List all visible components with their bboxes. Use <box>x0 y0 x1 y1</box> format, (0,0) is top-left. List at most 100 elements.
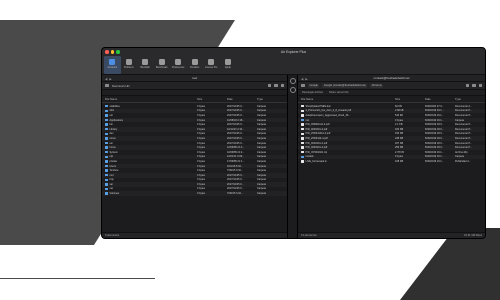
cell-kind: Carpeta <box>257 127 266 131</box>
cell-name: opt <box>102 155 197 158</box>
cell-date: 6/06/2019 16:1... <box>425 159 444 163</box>
left-location-label[interactable]: Macintosh HD <box>112 84 130 88</box>
file-name: PID_090901111-4.pdf <box>305 123 330 127</box>
file-icon <box>301 146 304 149</box>
decorative-line <box>0 278 155 279</box>
cell-name: Applications <box>102 119 197 122</box>
toolbar-button-benchmark[interactable]: Benchmark <box>154 56 171 74</box>
refresh-icon[interactable] <box>472 84 476 87</box>
cell-size: 0 bytes <box>197 150 206 154</box>
cell-name: PID_0040201-4.pdf <box>298 146 395 149</box>
cell-size: 0 bytes <box>197 132 206 136</box>
cell-name: usr <box>102 114 197 117</box>
cell-kind: Carpeta <box>257 192 266 196</box>
refresh-icon[interactable] <box>274 84 278 87</box>
cell-name: mnt <box>102 174 197 177</box>
file-name: PID_25/0911011-4.pdf <box>305 132 331 136</box>
cell-size: 2.68 kB <box>395 109 404 113</box>
toolbar-button-problems[interactable]: Problems <box>121 56 138 74</box>
file-name: private <box>109 159 118 163</box>
folder-icon <box>105 123 108 126</box>
cell-size: 0 bytes <box>197 159 206 163</box>
app-window: Air Explorer Plus Accounts Problems Bandwi… <box>101 47 486 239</box>
column-header-size[interactable]: Size <box>395 98 425 101</box>
cell-size: 0 bytes <box>197 155 206 159</box>
cell-date: 6/06/2019 16:1... <box>425 118 444 122</box>
file-name: staticfiles <box>109 104 120 108</box>
toolbar-button-label: Ajuda <box>224 66 231 69</box>
back-arrow-icon[interactable]: ◀ <box>301 77 303 81</box>
file-name: System <box>109 150 118 154</box>
table-row[interactable]: LIVE_format.apk.tx 108 KB 6/06/2019 16:1..… <box>298 159 485 164</box>
cell-size: 150 KB <box>395 132 404 136</box>
column-header-name[interactable]: File Name <box>298 98 395 101</box>
breadcrumb-item[interactable]: Google <box>308 83 320 88</box>
cell-name: xxx <box>298 119 395 122</box>
cell-kind: Documento P... <box>455 132 472 136</box>
breadcrumb-item[interactable]: All Items <box>370 83 384 88</box>
cell-size: 0 bytes <box>197 113 206 117</box>
cell-date: 2017/10/25 0... <box>227 136 244 140</box>
file-name: home <box>109 146 116 150</box>
toolbar-button-donation[interactable]: Donation <box>187 56 204 74</box>
forward-arrow-icon[interactable]: ▶ <box>305 77 307 81</box>
folder-icon <box>105 192 108 195</box>
column-header-type[interactable]: Type <box>455 98 485 101</box>
options-icon[interactable] <box>478 84 482 87</box>
toolbar-button-label: Benchmark <box>155 66 168 69</box>
right-pane: ◀ ▶ contact@freshadobeltd.net Google Goo… <box>298 75 485 238</box>
back-arrow-icon[interactable]: ◀ <box>105 77 107 81</box>
file-name: Temfure <box>109 169 119 173</box>
column-header-date[interactable]: Date <box>425 98 455 101</box>
file-name: Users <box>109 164 117 168</box>
cell-name: private <box>102 160 197 163</box>
column-header-name[interactable]: File Name <box>102 98 197 101</box>
file-icon <box>301 109 304 113</box>
breadcrumb-item[interactable]: Google (contact@freshadobeltd.net) <box>322 83 368 88</box>
toolbar-button-bandwidth[interactable]: Bandwith <box>137 56 154 74</box>
table-row[interactable]: Volumes 0 bytes 7/09/15 3:32... Carpeta <box>102 191 287 196</box>
cell-size: 256 KB <box>395 146 404 150</box>
folder-icon <box>105 132 108 136</box>
right-path-title: contact@freshadobeltd.net <box>373 76 410 80</box>
cell-size: 0 bytes <box>197 127 206 131</box>
toolbar-button-license[interactable]: License Pro <box>203 56 220 74</box>
cell-size: 0 bytes <box>395 118 404 122</box>
right-location-bar: Google Google (contact@freshadobeltd.net… <box>298 82 485 90</box>
forward-arrow-icon[interactable]: ▶ <box>109 77 111 81</box>
toolbar-button-label: Donation <box>190 66 200 69</box>
cell-date: 6/06/2019 16:1... <box>425 150 444 154</box>
file-name: xxx <box>305 118 310 122</box>
cell-name: dev <box>102 132 197 135</box>
file-icon <box>301 141 304 145</box>
file-name: net <box>109 187 113 191</box>
cell-kind: Carpeta <box>257 173 266 177</box>
cell-date: 6/06/2019 16:1... <box>425 155 444 159</box>
column-header-size[interactable]: Size <box>197 98 227 101</box>
options-icon[interactable] <box>280 84 284 87</box>
download-file-action[interactable]: Descargar archivo <box>302 91 323 94</box>
toolbar-button-preferences[interactable]: Preferences <box>170 56 187 74</box>
preferences-icon <box>175 59 182 65</box>
column-header-date[interactable]: Date <box>227 98 257 101</box>
new-folder-icon[interactable] <box>267 84 271 87</box>
share-link-action[interactable]: Share server link <box>329 91 348 94</box>
dual-pane: ◀ ▶ root Macintosh HD File Name Size Dat… <box>102 75 485 238</box>
toolbar-button-help[interactable]: Ajuda <box>220 56 237 74</box>
cell-kind: Carpeta <box>257 178 266 182</box>
folder-icon <box>105 146 108 149</box>
new-folder-icon[interactable] <box>465 84 469 87</box>
cell-date: 10/11/23 3:10... <box>227 127 245 131</box>
cell-kind: Documento P... <box>455 127 472 131</box>
copy-right-icon[interactable] <box>289 78 296 84</box>
right-file-list: Shopifydata PSES.doc 60 KB 6/06/2020 27:3.… <box>298 104 485 164</box>
file-name: etc <box>109 141 113 145</box>
file-icon <box>301 105 304 108</box>
cell-date: 6/06/2019 16:1... <box>425 113 444 117</box>
left-table-header: File Name Size Date Type <box>102 96 287 103</box>
column-header-type[interactable]: Type <box>257 98 287 101</box>
cell-kind: Carpeta <box>455 155 464 159</box>
copy-left-icon[interactable] <box>289 87 296 93</box>
toolbar-button-accounts[interactable]: Accounts <box>104 56 121 74</box>
folder-icon <box>105 160 108 163</box>
